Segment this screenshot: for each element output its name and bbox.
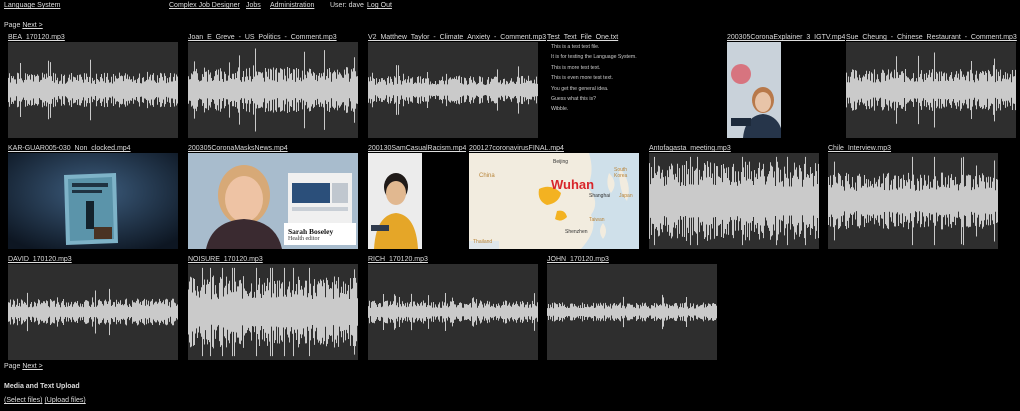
media-title[interactable]: Sue_Cheung_-_Chinese_Restaurant_-_Commen… — [846, 33, 1017, 42]
media-title[interactable]: BEA_170120.mp3 — [8, 33, 178, 42]
text-line: This is more test text. — [551, 64, 601, 71]
media-title[interactable]: JOHN_170120.mp3 — [547, 255, 717, 264]
pager-top: Page Next > — [4, 22, 43, 29]
media-item[interactable]: 200127coronavirusFINAL.mp4 Wuhan Beijing… — [469, 144, 639, 249]
select-files-link[interactable]: (Select files) — [4, 397, 43, 404]
video-thumbnail[interactable]: Wuhan Beijing Shanghai South Korea Japan… — [469, 153, 639, 249]
map-label: Thailand — [473, 239, 493, 245]
page-label: Page — [4, 363, 21, 370]
media-title[interactable]: V2_Matthew_Taylor_-_Climate_Anxiety_-_Co… — [368, 33, 546, 42]
waveform-thumbnail[interactable] — [368, 264, 538, 360]
media-item[interactable]: Antofagasta_meeting.mp3 — [649, 144, 819, 249]
media-item[interactable]: DAVID_170120.mp3 — [8, 255, 178, 360]
waveform-thumbnail[interactable] — [8, 42, 178, 138]
jobs-link[interactable]: Jobs — [246, 2, 261, 9]
top-nav: Language System Complex Job Designer Job… — [4, 2, 1020, 12]
waveform-graphic — [368, 292, 538, 332]
media-title[interactable]: DAVID_170120.mp3 — [8, 255, 178, 264]
map-label: Shenzhen — [565, 229, 588, 235]
waveform-graphic — [8, 59, 178, 121]
media-title[interactable]: NOISURE_170120.mp3 — [188, 255, 358, 264]
media-item[interactable]: 200305CoronaExplainer_3_IGTV.mp4 — [727, 33, 845, 138]
caption-role: Health editor — [288, 236, 320, 242]
map-label: Shanghai — [589, 193, 611, 199]
text-line: Guess what this is? — [551, 95, 596, 102]
media-title[interactable]: RICH_170120.mp3 — [368, 255, 538, 264]
waveform-thumbnail[interactable] — [547, 264, 717, 360]
media-item[interactable]: Joan_E_Greve_-_US_Politics_-_Comment.mp3 — [188, 33, 358, 138]
user-label: User: dave — [330, 2, 364, 9]
next-page-link[interactable]: Next > — [22, 363, 42, 370]
pager-bottom: Page Next > — [4, 363, 43, 370]
waveform-thumbnail[interactable] — [188, 264, 358, 360]
media-title[interactable]: Joan_E_Greve_-_US_Politics_-_Comment.mp3 — [188, 33, 358, 42]
video-thumbnail[interactable] — [727, 42, 781, 138]
media-item[interactable]: NOISURE_170120.mp3 — [188, 255, 358, 360]
waveform-graphic — [547, 294, 717, 330]
waveform-thumbnail[interactable] — [828, 153, 998, 249]
map-label: South Korea — [614, 167, 628, 179]
media-item[interactable]: V2_Matthew_Taylor_-_Climate_Anxiety_-_Co… — [368, 33, 546, 138]
media-item[interactable]: BEA_170120.mp3 — [8, 33, 178, 138]
media-item[interactable]: RICH_170120.mp3 — [368, 255, 538, 360]
waveform-graphic — [828, 156, 998, 246]
waveform-graphic — [846, 52, 1016, 128]
next-page-link[interactable]: Next > — [22, 22, 42, 29]
text-line: This is a test text file. — [551, 44, 600, 50]
media-title[interactable]: KAR-GUAR005-030_Non_clocked.mp4 — [8, 144, 178, 153]
map-label: Taiwan — [589, 217, 605, 223]
home-link[interactable]: Language System — [4, 2, 60, 9]
map-label: Japan — [619, 193, 633, 199]
map-label: China — [479, 173, 495, 179]
waveform-graphic — [368, 65, 538, 115]
upload-heading: Media and Text Upload — [4, 383, 80, 390]
waveform-graphic — [8, 288, 178, 336]
waveform-graphic — [188, 48, 358, 132]
portrait-image — [727, 42, 781, 138]
media-item[interactable]: Test_Text_File_One.txt This is a test te… — [547, 33, 717, 138]
video-thumbnail[interactable] — [8, 153, 178, 249]
media-item[interactable]: 200305CoronaMasksNews.mp4 Sarah Boseley … — [188, 144, 358, 249]
media-title[interactable]: 200127coronavirusFINAL.mp4 — [469, 144, 639, 153]
media-item[interactable]: Sue_Cheung_-_Chinese_Restaurant_-_Commen… — [846, 33, 1017, 138]
waveform-thumbnail[interactable] — [649, 153, 819, 249]
media-item[interactable]: KAR-GUAR005-030_Non_clocked.mp4 — [8, 144, 178, 249]
media-item[interactable]: JOHN_170120.mp3 — [547, 255, 717, 360]
upload-section: Media and Text Upload (Select files) (Up… — [4, 383, 86, 404]
waveform-thumbnail[interactable] — [8, 264, 178, 360]
portrait-image — [368, 153, 422, 249]
caption-name: Sarah Boseley — [288, 227, 334, 236]
waveform-thumbnail[interactable] — [846, 42, 1016, 138]
media-item[interactable]: 200130SamCasualRacism.mp4 — [368, 144, 466, 249]
upload-files-link[interactable]: (Upload files) — [44, 397, 85, 404]
media-title[interactable]: 200305CoronaExplainer_3_IGTV.mp4 — [727, 33, 845, 42]
video-thumbnail[interactable] — [368, 153, 422, 249]
text-line: You get the general idea. — [551, 85, 609, 92]
administration-link[interactable]: Administration — [270, 2, 314, 9]
text-file-preview[interactable]: This is a test text file. It is for test… — [547, 42, 717, 138]
video-thumbnail[interactable]: Sarah Boseley Health editor — [188, 153, 358, 249]
complex-job-designer-link[interactable]: Complex Job Designer — [169, 2, 240, 9]
waveform-graphic — [649, 156, 819, 246]
media-title[interactable]: 200305CoronaMasksNews.mp4 — [188, 144, 358, 153]
text-line: Wibble. — [551, 106, 569, 113]
media-title[interactable]: Chile_Interview.mp3 — [828, 144, 998, 153]
waveform-thumbnail[interactable] — [368, 42, 538, 138]
map-label-primary: Wuhan — [551, 177, 595, 192]
media-title[interactable]: 200130SamCasualRacism.mp4 — [368, 144, 466, 153]
media-item[interactable]: Chile_Interview.mp3 — [828, 144, 998, 249]
waveform-graphic — [188, 267, 358, 357]
map-label: Beijing — [553, 159, 569, 165]
page-label: Page — [4, 22, 21, 29]
media-title[interactable]: Test_Text_File_One.txt — [547, 33, 717, 42]
text-line: This is even more test text. — [551, 75, 613, 82]
waveform-thumbnail[interactable] — [188, 42, 358, 138]
media-title[interactable]: Antofagasta_meeting.mp3 — [649, 144, 819, 153]
book-cover-image — [8, 153, 178, 249]
text-line: It is for testing the Language System. — [551, 54, 637, 61]
logout-link[interactable]: Log Out — [367, 2, 392, 9]
